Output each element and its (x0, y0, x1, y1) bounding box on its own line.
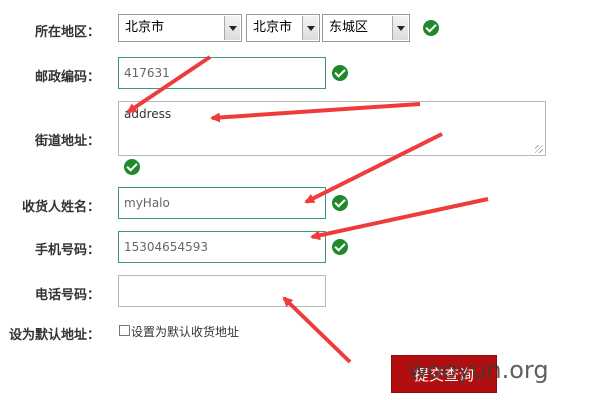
arrow-to-postcode (126, 55, 212, 114)
arrow-to-name (304, 132, 443, 204)
arrow-to-phone (282, 296, 352, 364)
annotation-arrows (126, 55, 489, 364)
arrow-to-street (210, 102, 421, 123)
arrow-to-mobile (310, 197, 489, 241)
